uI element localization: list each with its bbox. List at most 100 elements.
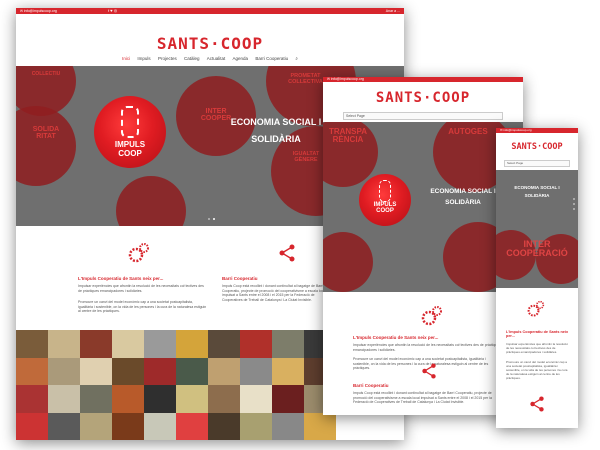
impuls-coop-badge: IMPULS COOP — [94, 96, 166, 168]
photo-tile[interactable] — [48, 385, 80, 413]
hero-title-line2: SOLIDÀRIA — [524, 193, 550, 199]
photo-tile[interactable] — [112, 412, 144, 440]
email-link[interactable]: ✉ info@impulscoop.org — [327, 77, 364, 82]
section2-text: Impuls Coop està recollint i donant cont… — [222, 284, 327, 303]
photo-tile[interactable] — [48, 357, 80, 385]
scroll-dot[interactable] — [573, 203, 575, 205]
photo-tile[interactable] — [144, 412, 176, 440]
section1-text2: Promoure un canvi del model econòmic cap… — [506, 360, 568, 381]
hero-title: ECONOMIA SOCIAL I SOLIDÀRIA — [216, 114, 336, 148]
photo-tile[interactable] — [16, 357, 48, 385]
photo-tile[interactable] — [272, 385, 304, 413]
photo-tile[interactable] — [144, 330, 176, 358]
section2-text: Impuls Coop està recollint i donant cont… — [353, 391, 492, 405]
menu-item-impuls[interactable]: Impuls — [137, 56, 150, 61]
section1-title: L'Impuls Cooperatiu de Sants neix per... — [506, 330, 569, 338]
coil-icon — [121, 106, 139, 138]
menu-item-inici[interactable]: Inici — [122, 56, 130, 61]
mobile-hero: ECONOMIA SOCIAL I SOLIDÀRIA INTER COOPER… — [496, 170, 578, 288]
photo-tile[interactable] — [240, 330, 272, 358]
site-logo[interactable]: SANTS·COOP — [323, 90, 523, 106]
hero-title-line1: ECONOMIA SOCIAL I — [430, 188, 496, 195]
photo-tile[interactable] — [48, 330, 80, 358]
photo-tile[interactable] — [240, 357, 272, 385]
page-select[interactable]: Select Page — [343, 112, 503, 120]
photo-tile[interactable] — [208, 357, 240, 385]
gears-icon — [128, 242, 150, 264]
site-logo[interactable]: SANTS·COOP — [496, 142, 578, 152]
photo-tile[interactable] — [16, 330, 48, 358]
menu-item-agenda[interactable]: Agenda — [233, 56, 249, 61]
menu-item-projectes[interactable]: Projectes — [158, 56, 177, 61]
coil-icon — [379, 180, 391, 202]
photo-tile[interactable] — [272, 330, 304, 358]
gears-icon — [527, 300, 545, 318]
photo-tile[interactable] — [176, 412, 208, 440]
site-logo[interactable]: SANTS·COOP — [16, 34, 404, 53]
gear-shape — [16, 106, 76, 186]
photo-tile[interactable] — [80, 330, 112, 358]
photo-tile[interactable] — [80, 385, 112, 413]
slider-dot[interactable] — [208, 218, 210, 220]
menu-item-barri[interactable]: Barri Cooperatiu — [255, 56, 288, 61]
hero-title-line1: ECONOMIA SOCIAL I — [230, 117, 322, 127]
page-select-label: Select Page — [507, 161, 524, 165]
hero-title: ECONOMIA SOCIAL I SOLIDÀRIA — [423, 186, 503, 208]
photo-tile[interactable] — [48, 412, 80, 440]
photo-tile[interactable] — [112, 385, 144, 413]
email-link[interactable]: ✉ info@impulscoop.org — [20, 8, 57, 14]
photo-tile[interactable] — [208, 385, 240, 413]
photo-tile[interactable] — [176, 385, 208, 413]
page-select-label: Select Page — [346, 114, 365, 118]
photo-tile[interactable] — [176, 330, 208, 358]
scroll-dot[interactable] — [573, 208, 575, 210]
hero-title-line2: SOLIDÀRIA — [445, 199, 481, 207]
side-scroll-dots[interactable] — [573, 198, 575, 213]
gear-word: SOLIDA RITAT — [32, 126, 60, 140]
photo-tile[interactable] — [112, 357, 144, 385]
share-icon — [529, 396, 545, 412]
section1-title: L'Impuls Cooperatiu de Sants neix per... — [353, 335, 439, 340]
photo-tile[interactable] — [144, 385, 176, 413]
photo-tile[interactable] — [112, 330, 144, 358]
photo-tile[interactable] — [272, 412, 304, 440]
tablet-screenshot: ✉ info@impulscoop.org SANTS·COOP Select … — [323, 77, 523, 415]
share-icon — [278, 244, 296, 262]
photo-tile[interactable] — [16, 412, 48, 440]
search-icon[interactable]: ⌕ — [295, 56, 298, 61]
tablet-hero: TRANSPA RÈNCIA AUTOGES IMPULS COOP ECONO… — [323, 122, 523, 292]
main-menu: Inici Impuls Projectes Catàleg Actualita… — [16, 56, 404, 61]
email-link[interactable]: ✉ info@impulscoop.org — [500, 128, 532, 133]
social-icons[interactable]: f ♥ ◎ — [108, 8, 117, 14]
gears-icon — [421, 305, 443, 327]
impuls-coop-badge: IMPULS COOP — [359, 174, 411, 226]
mobile-screenshot: ✉ info@impulscoop.org SANTS·COOP Select … — [496, 128, 578, 428]
photo-tile[interactable] — [80, 357, 112, 385]
photo-tile[interactable] — [144, 357, 176, 385]
share-icon — [421, 363, 437, 379]
photo-tile[interactable] — [16, 385, 48, 413]
photo-tile[interactable] — [240, 412, 272, 440]
photo-tile[interactable] — [240, 385, 272, 413]
gear-word: INTER COOPERACIÓ — [506, 239, 568, 258]
section2-title: Barri Cooperatiu — [222, 276, 258, 281]
menu-item-cataleg[interactable]: Catàleg — [184, 56, 200, 61]
scroll-dot[interactable] — [573, 198, 575, 200]
slider-dot[interactable] — [213, 218, 215, 220]
photo-tile[interactable] — [208, 330, 240, 358]
photo-tile[interactable] — [208, 412, 240, 440]
photo-tile[interactable] — [272, 357, 304, 385]
gear-shape — [323, 232, 373, 292]
page-select[interactable]: Select Page — [504, 160, 570, 167]
badge-line2: COOP — [376, 208, 394, 214]
section1-text: Impulsar experiències que afrontin la re… — [353, 343, 501, 352]
tablet-top-bar: ✉ info@impulscoop.org — [323, 77, 523, 82]
topbar-right-link[interactable]: Anar a ... — [386, 8, 400, 14]
photo-tile[interactable] — [80, 412, 112, 440]
mobile-top-bar: ✉ info@impulscoop.org — [496, 128, 578, 133]
photo-tile[interactable] — [304, 412, 336, 440]
photo-grid — [16, 330, 336, 440]
menu-item-actualitat[interactable]: Actualitat — [207, 56, 226, 61]
section1-title: L'Impuls Cooperatiu de Sants neix per... — [78, 276, 164, 281]
photo-tile[interactable] — [176, 357, 208, 385]
